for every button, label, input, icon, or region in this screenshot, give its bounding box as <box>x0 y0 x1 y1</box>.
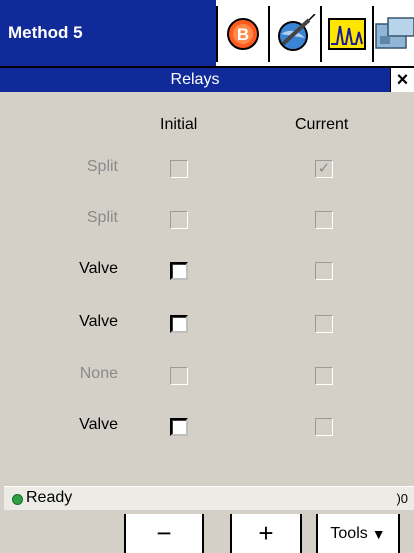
relay-label: Split <box>86 158 118 175</box>
relay-label: Split <box>86 209 118 226</box>
current-checkbox <box>315 418 333 436</box>
relays-panel: Initial Current Split ✓ Split Valve Valv… <box>0 92 414 482</box>
svg-text:B: B <box>237 25 249 44</box>
initial-checkbox[interactable] <box>170 315 188 333</box>
initial-checkbox[interactable] <box>170 418 188 436</box>
syringe-icon[interactable] <box>268 6 320 62</box>
current-checkbox <box>315 262 333 280</box>
column-header-initial: Initial <box>160 116 198 133</box>
relay-label: None <box>79 365 118 382</box>
current-checkbox <box>315 315 333 333</box>
bottom-toolbar: − + Tools ▼ <box>0 512 414 553</box>
minus-label: − <box>156 518 172 548</box>
status-text: Ready <box>26 489 73 506</box>
plus-button[interactable]: + <box>230 514 302 553</box>
current-checkbox <box>315 211 333 229</box>
initial-checkbox <box>170 160 188 178</box>
title-bar: Method 5 B <box>0 0 414 66</box>
dialog-title: Relays <box>170 71 220 88</box>
close-icon: × <box>396 68 409 91</box>
plus-label: + <box>258 518 274 548</box>
dialog-header: Relays × <box>0 66 414 92</box>
app-title: Method 5 <box>0 0 216 66</box>
minus-button[interactable]: − <box>124 514 204 553</box>
status-indicator-icon <box>12 494 23 505</box>
tools-button[interactable]: Tools ▼ <box>316 514 400 553</box>
initial-checkbox <box>170 211 188 229</box>
relay-label: Valve <box>79 260 118 277</box>
relay-label: Valve <box>79 416 118 433</box>
current-checkbox: ✓ <box>315 160 333 178</box>
status-right-text: )0 <box>396 491 408 506</box>
tools-label: Tools <box>330 524 368 542</box>
status-bar: Ready )0 <box>4 486 414 510</box>
current-checkbox <box>315 367 333 385</box>
close-button[interactable]: × <box>390 68 414 92</box>
instrument-icon[interactable] <box>372 6 414 62</box>
b-icon[interactable]: B <box>216 6 268 62</box>
check-icon: ✓ <box>317 160 331 177</box>
relay-label: Valve <box>79 313 118 330</box>
initial-checkbox <box>170 367 188 385</box>
column-header-current: Current <box>295 116 349 133</box>
chromatogram-icon[interactable] <box>320 6 372 62</box>
dropdown-arrow-icon: ▼ <box>371 525 386 542</box>
initial-checkbox[interactable] <box>170 262 188 280</box>
